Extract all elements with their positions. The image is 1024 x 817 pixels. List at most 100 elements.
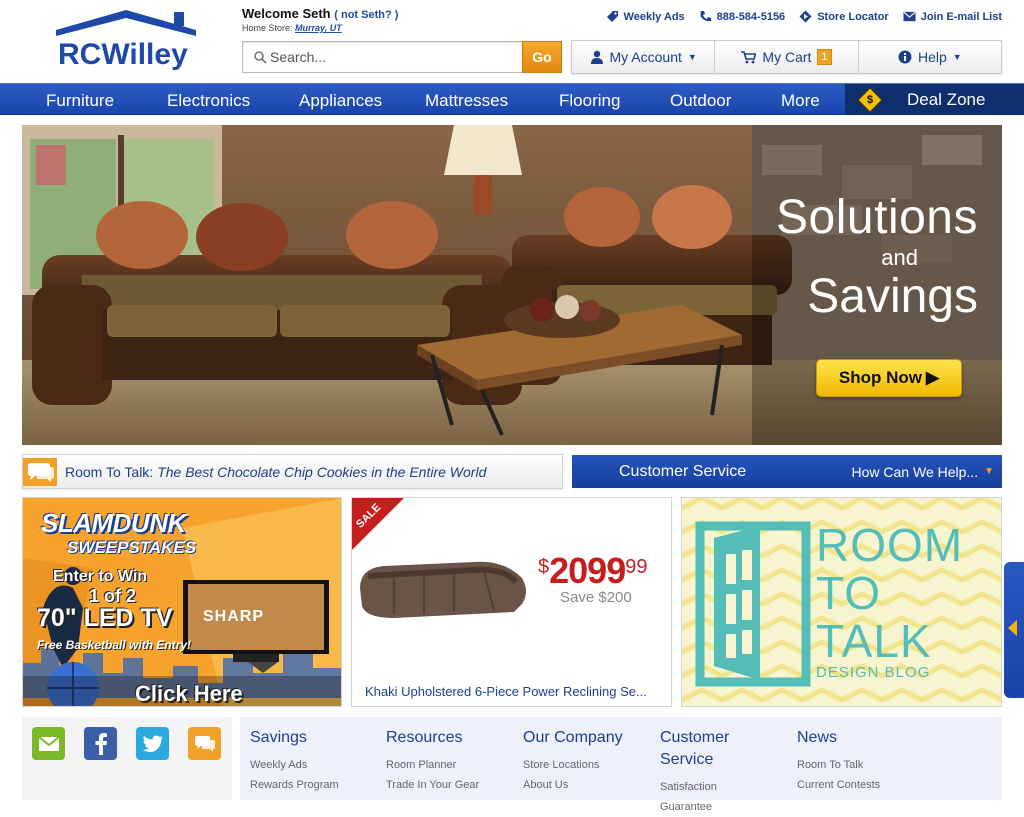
home-store-link[interactable]: Murray, UT — [295, 23, 342, 33]
room-to-talk-blog-card[interactable]: ROOM TO TALK DESIGN BLOG — [681, 497, 1002, 707]
deal-zone-label: Deal Zone — [907, 89, 986, 109]
arrow-left-icon — [1008, 620, 1017, 636]
footer-link[interactable]: Satisfaction Guarantee — [660, 777, 770, 817]
footer-link[interactable]: Trade In Your Gear — [386, 775, 479, 795]
slamdunk-promo-card[interactable]: SLAMDUNK SWEEPSTAKES Enter to Win 1 of 2… — [22, 497, 342, 707]
help-label: Help — [917, 49, 947, 65]
footer-heading[interactable]: Resources — [386, 727, 479, 749]
my-cart-button[interactable]: My Cart 1 — [715, 41, 859, 73]
click-here-button[interactable]: Click Here — [135, 681, 243, 706]
sale-promo-card[interactable]: SALE $ 2099 99 Save $200 Khaki Upholster… — [351, 497, 672, 707]
hero-headline: Solutions and Savings — [776, 191, 978, 323]
customer-service-bar[interactable]: Customer Service How Can We Help... ▼ — [572, 455, 1002, 488]
side-feedback-tab[interactable] — [1004, 562, 1024, 698]
nav-more[interactable]: More — [781, 91, 820, 111]
location-icon — [799, 10, 812, 23]
search-icon — [254, 51, 267, 64]
slamdunk-bonus-text: Free Basketball with Entry! — [37, 638, 192, 652]
footer-link[interactable]: About Us — [523, 775, 623, 795]
footer-heading[interactable]: News — [797, 727, 880, 749]
footer-link[interactable]: Room To Talk — [797, 755, 880, 775]
room-to-talk-title: The Best Chocolate Chip Cookies in the E… — [157, 463, 487, 480]
my-cart-label: My Cart — [762, 49, 812, 65]
facebook-icon[interactable] — [84, 727, 117, 760]
footer-link[interactable]: Current Contests — [797, 775, 880, 795]
nav-deal-zone[interactable]: $ Deal Zone — [845, 84, 1024, 115]
email-list-label: Join E-mail List — [920, 10, 1002, 23]
footer-heading[interactable]: Our Company — [523, 727, 623, 749]
welcome-greeting: Welcome Seth — [242, 6, 331, 21]
help-button[interactable]: Help ▼ — [859, 41, 1001, 73]
phone-number: 888-584-5156 — [716, 10, 786, 23]
store-locator-label: Store Locator — [817, 10, 889, 23]
footer-col-customer-service: Customer Service Satisfaction Guarantee — [660, 727, 770, 817]
cart-count-badge: 1 — [817, 49, 832, 65]
room-to-talk-strip[interactable]: Room To Talk: The Best Chocolate Chip Co… — [22, 454, 563, 489]
blog-title-line-1: ROOM — [816, 519, 964, 571]
price-currency: $ — [538, 556, 550, 578]
weekly-ads-label: Weekly Ads — [623, 10, 685, 23]
blog-chat-icon[interactable] — [188, 727, 221, 760]
footer-heading[interactable]: Customer Service — [660, 727, 770, 771]
footer-link[interactable]: Weekly Ads — [250, 755, 339, 775]
slamdunk-title: SLAMDUNK — [41, 508, 186, 538]
search-go-button[interactable]: Go — [522, 41, 562, 73]
shop-now-label: Shop Now — [838, 368, 923, 387]
nav-outdoor[interactable]: Outdoor — [670, 91, 731, 111]
customer-service-title: Customer Service — [619, 462, 747, 480]
footer-heading[interactable]: Savings — [250, 727, 339, 749]
home-store-label: Home Store: — [242, 23, 293, 33]
svg-text:RCWilley: RCWilley — [58, 38, 188, 71]
tv-brand-label: SHARP — [203, 608, 265, 625]
nav-furniture[interactable]: Furniture — [46, 91, 114, 111]
footer-link[interactable]: Store Locations — [523, 755, 623, 775]
nav-mattresses[interactable]: Mattresses — [425, 91, 508, 111]
slamdunk-prize-text: 70" LED TV — [37, 604, 173, 632]
account-bar: My Account ▼ My Cart 1 Help ▼ — [571, 40, 1002, 74]
main-nav: Furniture Electronics Appliances Mattres… — [0, 83, 1024, 115]
user-icon — [590, 50, 603, 64]
tag-icon — [606, 10, 619, 23]
my-account-button[interactable]: My Account ▼ — [572, 41, 716, 73]
slamdunk-enter-text: Enter to Win — [53, 568, 148, 585]
email-share-icon[interactable] — [32, 727, 65, 760]
social-links — [22, 717, 232, 800]
cart-icon — [741, 50, 757, 63]
phone-icon — [699, 10, 712, 23]
chat-bubble-icon — [23, 457, 57, 486]
weekly-ads-link[interactable]: Weekly Ads — [606, 10, 685, 23]
footer-col-news: News Room To Talk Current Contests — [797, 727, 880, 795]
hero-line-1: Solutions — [776, 191, 978, 244]
dollar-sign-icon: $ — [857, 86, 883, 113]
room-to-talk-label: Room To Talk: — [65, 463, 154, 480]
top-links: Weekly Ads 888-584-5156 Store Locator Jo… — [606, 10, 1002, 23]
blog-title-line-3: TALK — [816, 615, 932, 667]
nav-electronics[interactable]: Electronics — [167, 91, 250, 111]
hero-line-3: Savings — [807, 270, 978, 323]
hero-line-2: and — [881, 245, 918, 270]
price-cents: 99 — [625, 556, 648, 578]
price-dollars: 2099 — [549, 550, 626, 591]
rcwilley-logo[interactable]: RCWilley — [52, 8, 200, 74]
nav-appliances[interactable]: Appliances — [299, 91, 382, 111]
email-list-link[interactable]: Join E-mail List — [903, 10, 1002, 23]
footer-link[interactable]: Room Planner — [386, 755, 479, 775]
shop-now-button[interactable]: Shop Now ▶ — [816, 359, 962, 397]
hero-banner[interactable]: Solutions and Savings Shop Now ▶ — [22, 125, 1002, 445]
footer-link[interactable]: Rewards Program — [250, 775, 339, 795]
footer-links: Savings Weekly Ads Rewards Program Resou… — [240, 717, 1002, 813]
store-locator-link[interactable]: Store Locator — [799, 10, 889, 23]
welcome-block: Welcome Seth ( not Seth? ) Home Store: M… — [242, 6, 398, 33]
help-dropdown[interactable]: How Can We Help... ▼ — [852, 464, 994, 480]
phone-link[interactable]: 888-584-5156 — [699, 10, 786, 23]
search-input[interactable] — [270, 49, 510, 65]
footer-col-company: Our Company Store Locations About Us — [523, 727, 623, 795]
my-account-label: My Account — [609, 49, 682, 65]
deal-icon-glyph: $ — [866, 93, 874, 106]
not-me-link[interactable]: ( not Seth? ) — [334, 9, 398, 21]
blog-title-line-2: TO — [816, 567, 882, 619]
help-dropdown-label: How Can We Help... — [851, 463, 979, 480]
nav-flooring[interactable]: Flooring — [559, 91, 620, 111]
twitter-icon[interactable] — [136, 727, 169, 760]
product-name-link[interactable]: Khaki Upholstered 6-Piece Power Reclinin… — [365, 684, 665, 699]
